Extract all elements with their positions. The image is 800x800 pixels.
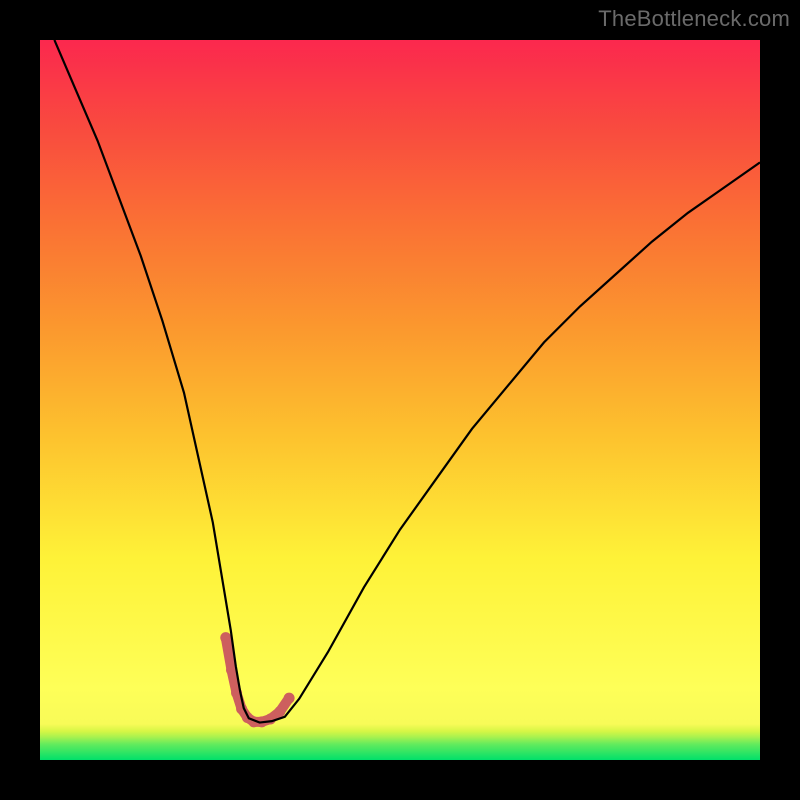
highlight-dot bbox=[274, 706, 285, 717]
gradient-background bbox=[40, 40, 760, 760]
watermark-label: TheBottleneck.com bbox=[598, 6, 790, 32]
highlight-dot bbox=[220, 632, 231, 643]
chart-svg bbox=[40, 40, 760, 760]
plot-area bbox=[40, 40, 760, 760]
chart-frame: TheBottleneck.com bbox=[0, 0, 800, 800]
highlight-dot bbox=[284, 693, 295, 704]
